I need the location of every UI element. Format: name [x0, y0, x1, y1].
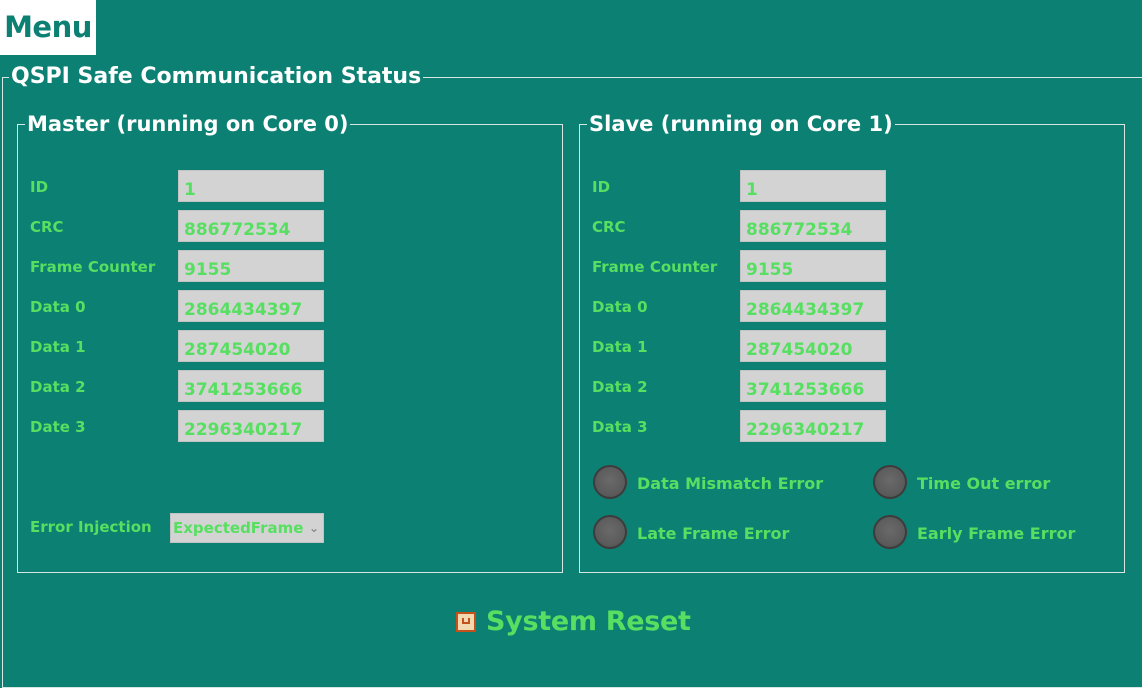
system-reset-button[interactable]: System Reset: [456, 604, 691, 640]
error-injection-select[interactable]: ExpectedFrame ⌄: [170, 513, 324, 543]
slave-data0-value: 2864434397: [740, 290, 886, 322]
master-title: Master (running on Core 0): [27, 112, 349, 136]
master-frame-counter-label: Frame Counter: [30, 258, 156, 276]
data-mismatch-error-label: Data Mismatch Error: [637, 474, 824, 493]
master-data0-label: Data 0: [30, 298, 86, 316]
menu-button[interactable]: Menu: [0, 0, 96, 55]
chevron-down-icon: ⌄: [308, 521, 319, 535]
slave-crc-value: 886772534: [740, 210, 886, 242]
master-data1-value: 287454020: [178, 330, 324, 362]
slave-frame-counter-label: Frame Counter: [592, 258, 718, 276]
slave-data2-label: Data 2: [592, 378, 648, 396]
master-data1-label: Data 1: [30, 338, 86, 356]
qspi-status-title: QSPI Safe Communication Status: [11, 64, 422, 89]
reset-icon: [456, 612, 476, 632]
slave-data3-value: 2296340217: [740, 410, 886, 442]
late-frame-error-label: Late Frame Error: [637, 524, 790, 543]
time-out-led-icon: [873, 465, 907, 499]
slave-crc-label: CRC: [592, 218, 626, 236]
slave-id-label: ID: [592, 178, 611, 196]
master-id-label: ID: [30, 178, 49, 196]
slave-data1-value: 287454020: [740, 330, 886, 362]
master-crc-label: CRC: [30, 218, 64, 236]
master-crc-value: 886772534: [178, 210, 324, 242]
master-data2-value: 3741253666: [178, 370, 324, 402]
slave-data2-value: 3741253666: [740, 370, 886, 402]
master-frame-counter-value: 9155: [178, 250, 324, 282]
master-data3-value: 2296340217: [178, 410, 324, 442]
error-injection-value: ExpectedFrame: [173, 519, 304, 537]
slave-data3-label: Data 3: [592, 418, 648, 436]
time-out-error-label: Time Out error: [917, 474, 1051, 493]
system-reset-label: System Reset: [486, 606, 691, 637]
master-data3-label: Date 3: [30, 418, 86, 436]
slave-data1-label: Data 1: [592, 338, 648, 356]
slave-data0-label: Data 0: [592, 298, 648, 316]
master-id-value: 1: [178, 170, 324, 202]
master-data2-label: Data 2: [30, 378, 86, 396]
slave-title: Slave (running on Core 1): [589, 112, 893, 136]
data-mismatch-led-icon: [593, 465, 627, 499]
slave-frame-counter-value: 9155: [740, 250, 886, 282]
early-frame-error-label: Early Frame Error: [917, 524, 1076, 543]
slave-id-value: 1: [740, 170, 886, 202]
error-injection-label: Error Injection: [30, 518, 152, 536]
master-data0-value: 2864434397: [178, 290, 324, 322]
early-frame-led-icon: [873, 515, 907, 549]
late-frame-led-icon: [593, 515, 627, 549]
